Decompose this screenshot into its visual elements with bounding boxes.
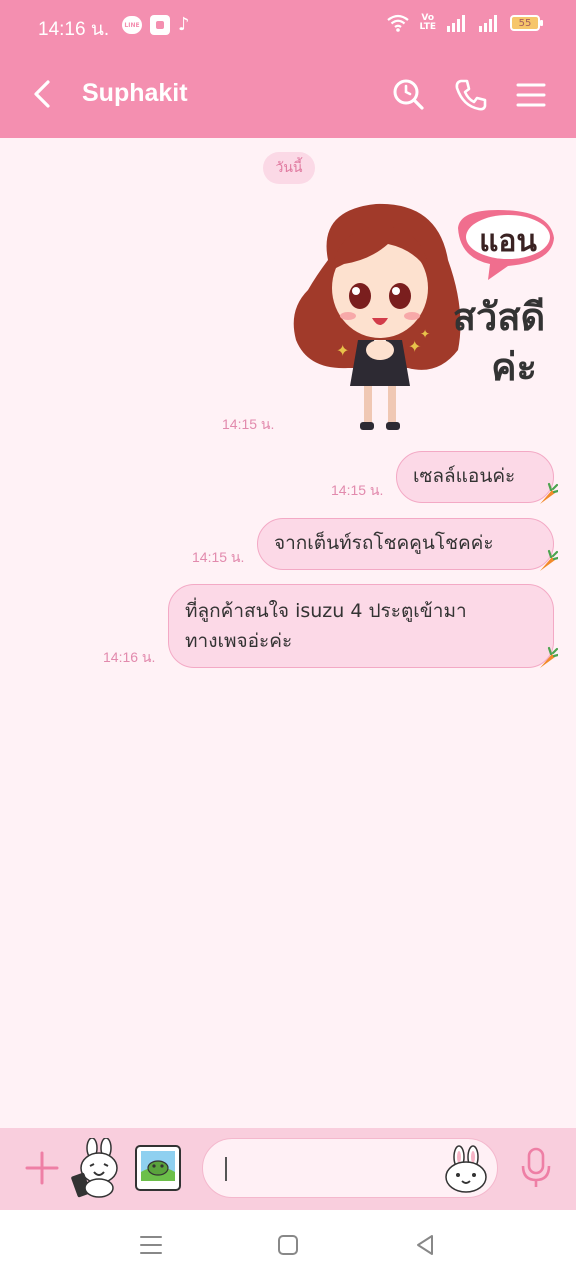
sticker-message[interactable]: ✦ ✦ ✦ แอน สวัสดี ค่ะ: [288, 200, 564, 440]
chat-title: Suphakit: [82, 79, 188, 107]
message-input-bar: [0, 1128, 576, 1210]
bunny-emoji-icon[interactable]: [443, 1145, 489, 1193]
search-clock-icon[interactable]: [390, 76, 428, 114]
status-indicators: Vo LTE 55: [387, 13, 543, 32]
carrot-icon: [540, 646, 558, 668]
plus-icon[interactable]: [22, 1148, 62, 1188]
status-time: 14:16 น.: [38, 19, 110, 40]
chat-header: Suphakit: [0, 52, 576, 138]
message-timestamp: 14:15 น.: [331, 482, 384, 498]
message-text: เซลล์แอนค่ะ: [413, 465, 516, 487]
message-bubble[interactable]: เซลล์แอนค่ะ: [396, 451, 554, 503]
volte-icon: Vo LTE: [419, 13, 436, 32]
system-navigation-bar: [0, 1210, 576, 1280]
message-text-line1: ที่ลูกค้าสนใจ isuzu 4 ประตูเข้ามา: [185, 600, 467, 622]
recent-apps-icon[interactable]: [138, 1232, 164, 1258]
battery-icon: 55: [510, 15, 543, 31]
message-timestamp: 14:15 น.: [222, 416, 275, 432]
chat-messages-area[interactable]: วันนี้ ✦ ✦ ✦ แอน สวัสดี ค่ะ 14:15 น. 14:…: [0, 138, 576, 1128]
notification-app-icon: [150, 15, 170, 35]
status-bar: 14:16 น. LINE ♪ Vo LTE 55: [0, 0, 576, 52]
signal-icon-2: [479, 15, 497, 32]
message-text-line2: ทางเพจอ่ะค่ะ: [185, 630, 293, 652]
text-cursor: [225, 1157, 227, 1181]
date-divider: วันนี้: [263, 152, 315, 184]
svg-text:✦: ✦: [420, 327, 430, 341]
svg-text:✦: ✦: [336, 341, 349, 360]
sticker-name-tag: แอน: [479, 224, 537, 259]
carrot-icon: [540, 549, 558, 571]
message-bubble[interactable]: จากเต็นท์รถโชคคูนโชคค่ะ: [257, 518, 554, 570]
back-button[interactable]: [26, 74, 62, 114]
message-timestamp: 14:16 น.: [103, 649, 156, 665]
gallery-icon[interactable]: [132, 1142, 184, 1196]
status-app-icons: LINE ♪: [122, 15, 190, 35]
home-icon[interactable]: [275, 1232, 301, 1258]
carrot-icon: [540, 482, 558, 504]
back-nav-icon[interactable]: [412, 1232, 438, 1258]
microphone-icon[interactable]: [518, 1146, 554, 1190]
wifi-icon: [387, 14, 410, 32]
bunny-sticker-icon[interactable]: [68, 1138, 124, 1198]
message-bubble[interactable]: ที่ลูกค้าสนใจ isuzu 4 ประตูเข้ามา ทางเพจ…: [168, 584, 554, 668]
hamburger-menu-icon[interactable]: [512, 76, 550, 114]
sticker-greeting-line2: ค่ะ: [491, 345, 537, 389]
line-app-icon: LINE: [122, 16, 142, 34]
message-text: จากเต็นท์รถโชคคูนโชคค่ะ: [274, 532, 494, 554]
message-timestamp: 14:15 น.: [192, 549, 245, 565]
signal-icon-1: [447, 15, 465, 32]
phone-icon[interactable]: [452, 76, 490, 114]
tiktok-icon: ♪: [178, 14, 190, 35]
message-input[interactable]: [202, 1138, 498, 1198]
